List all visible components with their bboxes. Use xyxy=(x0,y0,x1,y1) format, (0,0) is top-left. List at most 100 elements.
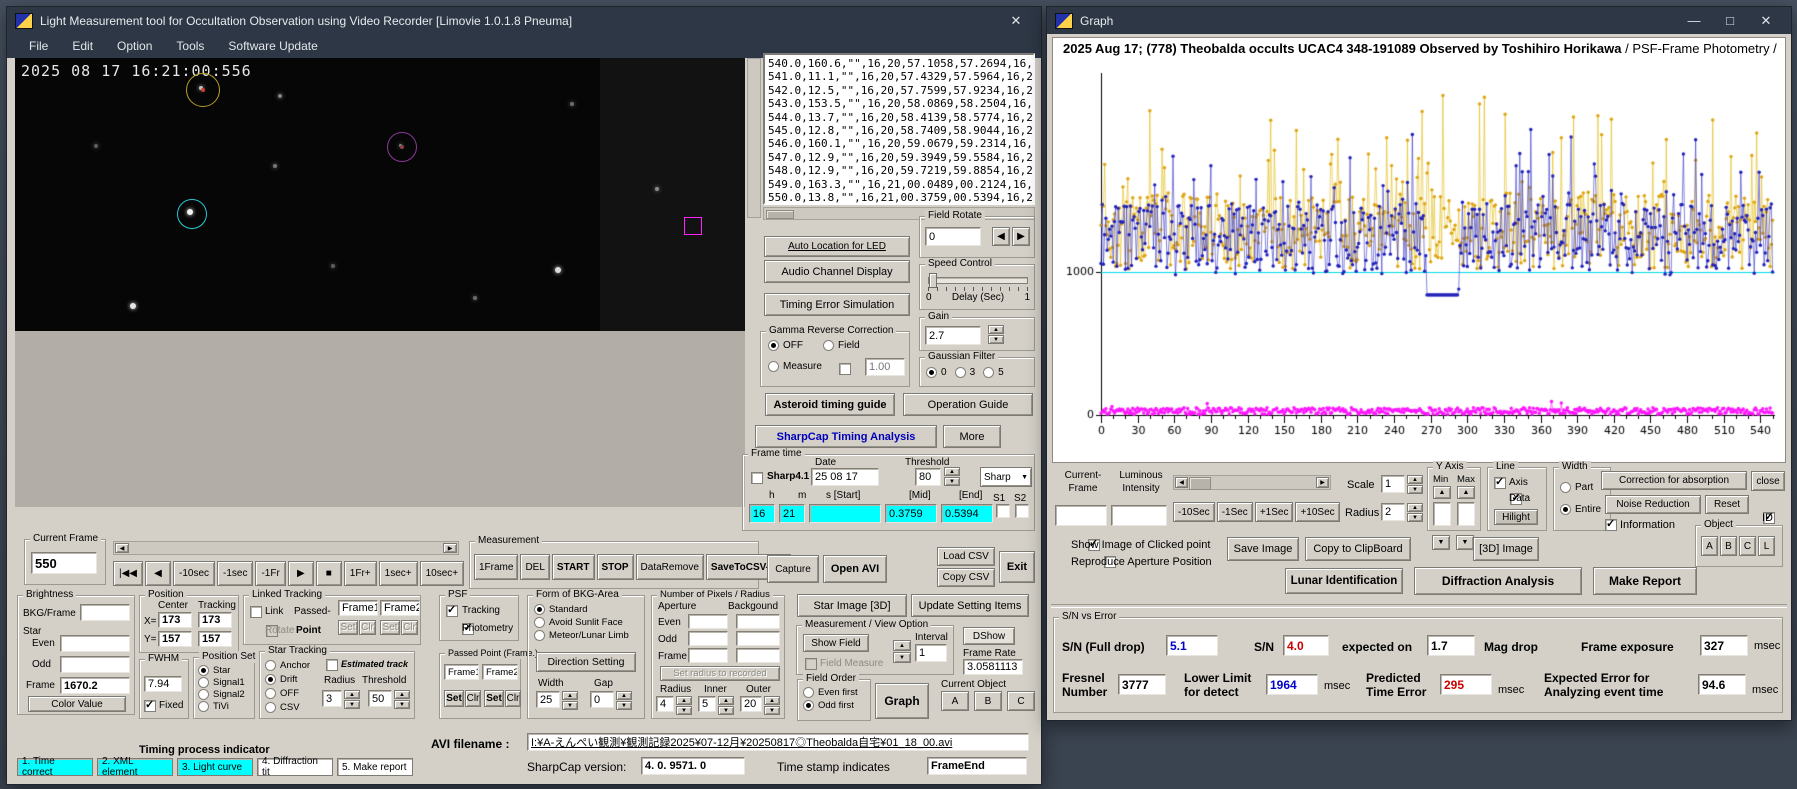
comparison-marker[interactable] xyxy=(177,199,207,229)
information-checkbox[interactable] xyxy=(1605,517,1617,531)
open-avi-button[interactable]: Open AVI xyxy=(823,555,887,583)
width-part-radio[interactable] xyxy=(1560,482,1571,493)
frame-rate-field[interactable]: 3.0581113 xyxy=(963,659,1023,675)
scale-field[interactable]: 1 xyxy=(1381,475,1405,493)
passed-clr1-button[interactable]: Clr xyxy=(465,690,481,707)
threshold-spinner[interactable]: ▲ ▼ xyxy=(944,467,960,486)
csv-data-panel[interactable]: 540.0,160.6,"",16,20,57.1058,57.2694,16,… xyxy=(763,53,1035,205)
star-tracking-radio[interactable]: Drift xyxy=(265,672,310,686)
background-frame-field[interactable] xyxy=(736,648,780,663)
aperture-frame-field[interactable] xyxy=(688,648,728,663)
threshold-field[interactable]: 80 xyxy=(915,468,941,486)
inner-spinner[interactable]: ▲ ▼ xyxy=(718,696,734,715)
vertical-scrollbar[interactable] xyxy=(747,58,761,218)
current-object-button[interactable]: C xyxy=(1007,691,1035,711)
object-button[interactable]: A xyxy=(1701,536,1718,556)
transport-button[interactable]: ◀ xyxy=(144,561,171,586)
time-jump-button[interactable]: +1Sec xyxy=(1254,502,1294,522)
scroll-left-arrow[interactable]: ◀ xyxy=(115,543,129,553)
gaussian-radio[interactable]: 5 xyxy=(983,367,1004,378)
current-frame-field[interactable]: 550 xyxy=(31,552,97,574)
sn-full-drop-field[interactable]: 5.1 xyxy=(1166,635,1218,656)
y-tracking-field[interactable]: 157 xyxy=(198,631,232,647)
position-set-radio[interactable]: Signal1 xyxy=(198,677,245,688)
correction-absorption-button[interactable]: Correction for absorption xyxy=(1601,471,1747,490)
width-entire-radio[interactable] xyxy=(1560,504,1571,515)
radius-field[interactable]: 4 xyxy=(656,696,674,712)
audio-channel-display-button[interactable]: Audio Channel Display xyxy=(764,260,910,283)
avi-filename-field[interactable]: I:¥A-えんぺい観測¥観測記録2025¥07-12月¥20250817◎The… xyxy=(527,733,1029,751)
menu-item[interactable]: Option xyxy=(105,36,164,56)
object-button[interactable]: B xyxy=(1720,536,1737,556)
inner-field[interactable]: 5 xyxy=(698,696,716,712)
linked-frame1-field[interactable]: Frame1 xyxy=(338,600,378,616)
transport-button[interactable]: 1Fr+ xyxy=(343,561,377,586)
x-tracking-field[interactable]: 173 xyxy=(198,612,232,628)
lower-limit-field[interactable]: 1964 xyxy=(1266,674,1318,695)
bkg-gap-spinner[interactable]: ▲ ▼ xyxy=(616,691,632,710)
second-start-field[interactable] xyxy=(809,504,881,523)
linked-set1-button[interactable]: Set xyxy=(338,620,358,635)
bkg-gap-field[interactable]: 0 xyxy=(590,691,614,708)
sharpcap-timing-analysis-button[interactable]: SharpCap Timing Analysis xyxy=(755,425,937,448)
transport-button[interactable]: -10sec xyxy=(172,561,215,586)
line-axis-checkbox[interactable] xyxy=(1494,475,1506,489)
gamma-field-radio[interactable] xyxy=(823,340,834,351)
graph-radius-field[interactable]: 2 xyxy=(1381,503,1405,521)
date-field[interactable]: 25 08 17 xyxy=(811,468,879,486)
linked-set2-button[interactable]: Set xyxy=(380,620,400,635)
noise-reduction-button[interactable]: Noise Reduction xyxy=(1605,495,1701,514)
graph-button[interactable]: Graph xyxy=(875,683,929,719)
graph-radius-spinner[interactable]: ▲ ▼ xyxy=(1407,503,1423,522)
field-measure-checkbox[interactable] xyxy=(805,658,817,670)
current-object-button[interactable]: A xyxy=(941,691,969,711)
passed-frame1-field[interactable]: Frame1 xyxy=(444,664,479,680)
speed-slider-track[interactable] xyxy=(928,277,1028,284)
sharp-dropdown[interactable]: Sharp ▼ xyxy=(980,467,1032,487)
sharpcap-version-field[interactable]: 4. 0. 9571. 0 xyxy=(641,757,745,775)
tracking-radius-spinner[interactable]: ▲ ▼ xyxy=(344,690,360,709)
minimize-icon[interactable]: — xyxy=(1677,8,1711,33)
interval-field[interactable]: 1 xyxy=(915,644,947,662)
transport-button[interactable]: -1Fr xyxy=(255,561,286,586)
star-frame-field[interactable]: 1670.2 xyxy=(60,677,130,694)
aperture-odd-field[interactable] xyxy=(688,631,728,646)
graph-close-button[interactable]: close xyxy=(1751,471,1785,491)
star-even-field[interactable] xyxy=(60,635,130,652)
marker-b[interactable] xyxy=(387,132,417,162)
outer-field[interactable]: 20 xyxy=(740,696,762,712)
ymax-down-button[interactable]: ▼ xyxy=(1456,535,1474,550)
y-center-field[interactable]: 157 xyxy=(158,631,192,647)
measurement-button[interactable]: DataRemove xyxy=(635,554,704,580)
timing-error-simulation-button[interactable]: Timing Error Simulation xyxy=(764,293,910,316)
scrollbar-thumb[interactable] xyxy=(766,210,794,219)
transport-button[interactable]: -1sec xyxy=(217,561,254,586)
ymax-field[interactable] xyxy=(1457,502,1475,526)
passed-frame2-field[interactable]: Frame2 xyxy=(482,664,518,680)
expected-error-field[interactable]: 94.6 xyxy=(1698,674,1746,695)
ymin-up-button[interactable]: ▲ xyxy=(1433,486,1451,499)
light-curve-canvas[interactable] xyxy=(1055,59,1783,461)
graph-position-scrollbar[interactable]: ◀ ▶ xyxy=(1173,475,1331,490)
scrollbar-thumb[interactable] xyxy=(1189,477,1211,490)
operation-guide-button[interactable]: Operation Guide xyxy=(903,393,1033,416)
copy-clipboard-button[interactable]: Copy to ClipBoard xyxy=(1305,537,1411,561)
ymin-field[interactable] xyxy=(1433,502,1451,526)
linked-frame2-field[interactable]: Frame2 xyxy=(380,600,420,616)
aperture-square[interactable] xyxy=(684,217,702,235)
position-set-radio[interactable]: Signal2 xyxy=(198,689,245,700)
bkg-frame-field[interactable] xyxy=(80,604,130,621)
menu-item[interactable]: Tools xyxy=(164,36,216,56)
transport-button[interactable]: 10sec+ xyxy=(419,561,465,586)
gamma-off-radio[interactable] xyxy=(768,340,779,351)
menu-item[interactable]: File xyxy=(17,36,60,56)
object-button[interactable]: L xyxy=(1758,536,1775,556)
star-tracking-radio[interactable]: Anchor xyxy=(265,658,310,672)
gain-spinner[interactable]: ▲ ▼ xyxy=(988,325,1004,344)
lunar-identification-button[interactable]: Lunar Identification xyxy=(1285,568,1403,594)
linked-clr2-button[interactable]: Clr xyxy=(401,620,418,635)
target-marker[interactable] xyxy=(186,73,220,107)
current-frame-readout-field[interactable] xyxy=(1055,505,1107,526)
star-tracking-radio[interactable]: CSV xyxy=(265,700,310,714)
s2-field[interactable] xyxy=(1015,504,1029,518)
